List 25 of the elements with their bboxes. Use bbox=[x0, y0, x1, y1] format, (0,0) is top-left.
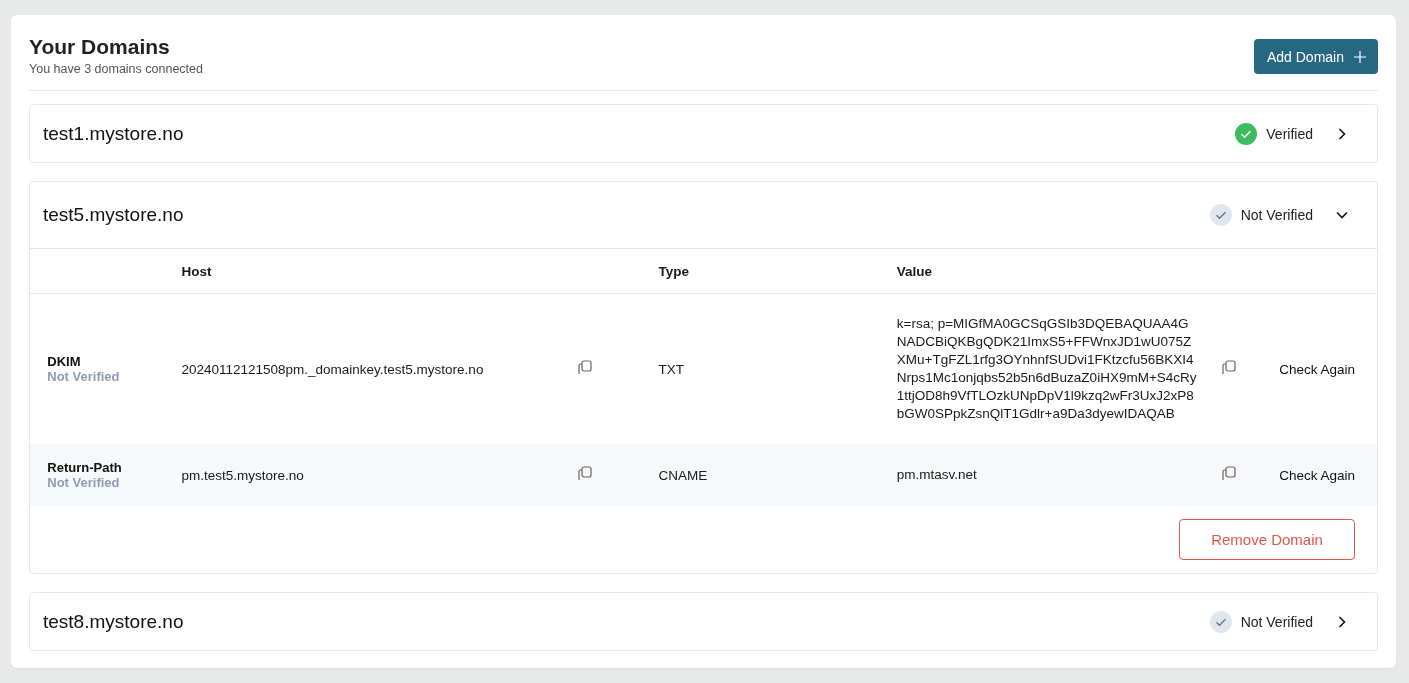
record-status: Not Verified bbox=[47, 475, 121, 490]
status-label: Verified bbox=[1266, 125, 1313, 142]
record-type: CNAME bbox=[658, 467, 708, 483]
record-value: k=rsa; p=MIGfMA0GCSqGSIb3DQEBAQUAA4GNADCBiQKBgQDK21ImxS5+FFWnxJD1wU075ZXMu+TgFZL1rfg3OYnhnfSUDvi1FKtzcfu56BKXI4Nrps1Mc1onjqbs52b5n6dBuzaZ0iHX9mM+S4cRy1ttjOD8h9VfTLOzkUNpDpV1l9kzq2wFr3UxJ2xP8bGW0SPpkZsnQlT1Gdlr+a9Da3dyewIDAQAB bbox=[896, 315, 1197, 423]
check-again-button[interactable]: Check Again bbox=[1279, 361, 1355, 377]
column-header: Value bbox=[896, 248, 1221, 294]
column-header: Host bbox=[181, 248, 577, 294]
page-subtitle: You have 3 domains connected bbox=[29, 62, 203, 76]
record-value: pm.mtasv.net bbox=[896, 466, 978, 484]
host-value: pm.test5.mystore.no bbox=[181, 467, 304, 483]
status-label: Not Verified bbox=[1240, 207, 1313, 223]
domain-name[interactable]: test5.mystore.no bbox=[43, 204, 1210, 226]
domain-name[interactable]: test1.mystore.no bbox=[43, 122, 1236, 145]
record-type: TXT bbox=[658, 361, 684, 377]
domain-name[interactable]: test8.mystore.no bbox=[43, 610, 1210, 633]
status-label: Not Verified bbox=[1240, 613, 1313, 630]
record-status: Not Verified bbox=[47, 369, 121, 384]
record-name: DKIM bbox=[47, 354, 82, 369]
add-domain-button[interactable]: Add Domain bbox=[1253, 39, 1378, 74]
remove-domain-button[interactable]: Remove Domain bbox=[1179, 519, 1355, 560]
check-again-button[interactable]: Check Again bbox=[1279, 467, 1355, 483]
page-title: Your Domains bbox=[29, 35, 171, 59]
column-header: Type bbox=[658, 248, 897, 294]
record-name: Return-Path bbox=[47, 460, 123, 475]
host-value: 20240112121508pm._domainkey.test5.mystore.no bbox=[181, 361, 484, 377]
